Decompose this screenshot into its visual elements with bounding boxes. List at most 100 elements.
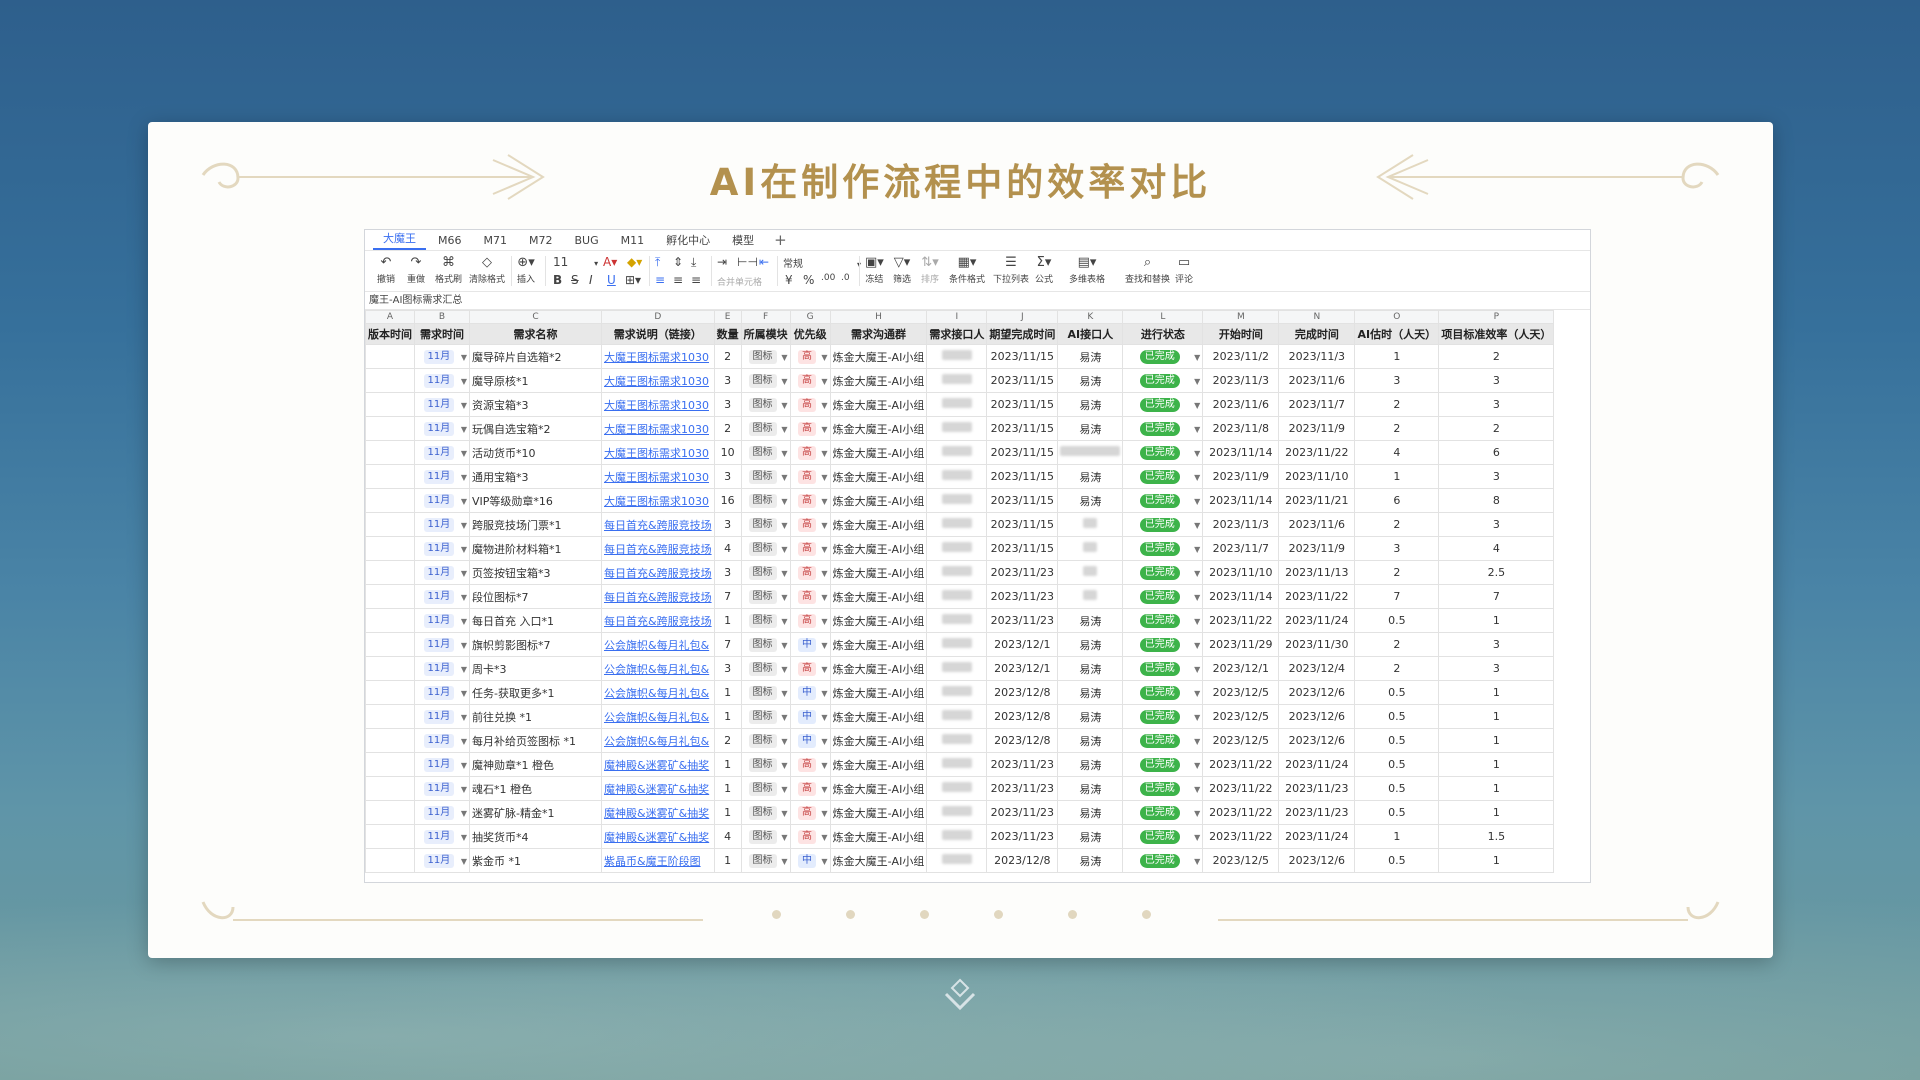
contact-cell[interactable] <box>926 728 988 753</box>
ai-estimate-cell[interactable]: 0.5 <box>1354 752 1440 777</box>
due-cell[interactable]: 2023/11/23 <box>986 776 1059 801</box>
name-cell[interactable]: 紫金币 *1 <box>469 848 602 873</box>
chevron-down-icon[interactable]: ▼ <box>1194 737 1200 746</box>
column-letter[interactable]: B <box>414 310 470 324</box>
chevron-down-icon[interactable]: ▼ <box>821 761 827 770</box>
status-cell[interactable]: 已完成 ▼ <box>1122 608 1204 633</box>
freeze-button[interactable]: ▣▾ 冻结 <box>865 254 884 285</box>
requirement-link[interactable]: 魔神殿&迷雾矿&抽奖 <box>604 783 709 796</box>
link-cell[interactable]: 大魔王图标需求1030 <box>601 440 715 465</box>
chevron-down-icon[interactable]: ▼ <box>1194 809 1200 818</box>
ai-contact-cell[interactable] <box>1057 560 1124 585</box>
start-cell[interactable]: 2023/11/14 <box>1202 584 1280 609</box>
font-size-select[interactable]: 11 ▾ <box>553 255 598 269</box>
align-right-button[interactable]: ≡ <box>691 273 701 287</box>
quantity-cell[interactable]: 3 <box>713 464 742 489</box>
month-cell[interactable]: 11月 ▼ <box>414 824 470 849</box>
link-cell[interactable]: 公会旗帜&每月礼包& <box>601 680 715 705</box>
status-cell[interactable]: 已完成 ▼ <box>1122 536 1204 561</box>
status-cell[interactable]: 已完成 ▼ <box>1122 656 1204 681</box>
column-letter[interactable]: D <box>601 310 715 324</box>
name-cell[interactable]: 通用宝箱*3 <box>469 464 602 489</box>
percent-button[interactable]: % <box>803 273 814 287</box>
status-cell[interactable]: 已完成 ▼ <box>1122 560 1204 585</box>
chevron-down-icon[interactable]: ▼ <box>461 377 467 386</box>
chevron-down-icon[interactable]: ▼ <box>821 353 827 362</box>
chevron-down-icon[interactable]: ▼ <box>781 377 787 386</box>
chevron-down-icon[interactable]: ▼ <box>1194 449 1200 458</box>
month-cell[interactable]: 11月 ▼ <box>414 392 470 417</box>
priority-cell[interactable]: 高 ▼ <box>789 776 831 801</box>
ai-contact-cell[interactable]: 易涛 <box>1057 776 1124 801</box>
group-cell[interactable]: 炼金大魔王-AI小组 <box>829 680 928 705</box>
version-cell[interactable] <box>365 728 415 753</box>
requirement-link[interactable]: 大魔王图标需求1030 <box>604 399 709 412</box>
start-cell[interactable]: 2023/11/10 <box>1202 560 1280 585</box>
link-cell[interactable]: 大魔王图标需求1030 <box>601 392 715 417</box>
quantity-cell[interactable]: 3 <box>713 656 742 681</box>
start-cell[interactable]: 2023/11/29 <box>1202 632 1280 657</box>
chevron-down-icon[interactable]: ▼ <box>1194 521 1200 530</box>
column-header[interactable]: 完成时间 <box>1278 323 1356 345</box>
module-cell[interactable]: 图标 ▼ <box>740 416 791 441</box>
name-cell[interactable]: 每日首充 入口*1 <box>469 608 602 633</box>
ai-estimate-cell[interactable]: 0.5 <box>1354 680 1440 705</box>
merge-cells-button[interactable]: 合并单元格 <box>717 275 762 288</box>
status-cell[interactable]: 已完成 ▼ <box>1122 584 1204 609</box>
chevron-down-icon[interactable]: ▼ <box>781 545 787 554</box>
column-letter[interactable]: P <box>1438 310 1555 324</box>
version-cell[interactable] <box>365 464 415 489</box>
module-cell[interactable]: 图标 ▼ <box>740 824 791 849</box>
conditional-format-button[interactable]: ▦▾ 条件格式 <box>949 254 985 285</box>
tab-sheet[interactable]: M72 <box>519 231 563 250</box>
chevron-down-icon[interactable]: ▼ <box>821 449 827 458</box>
italic-button[interactable]: I <box>589 273 593 287</box>
priority-cell[interactable]: 中 ▼ <box>789 848 831 873</box>
standard-cell[interactable]: 2.5 <box>1438 560 1555 585</box>
standard-cell[interactable]: 3 <box>1438 392 1555 417</box>
priority-cell[interactable]: 高 ▼ <box>789 344 831 369</box>
month-cell[interactable]: 11月 ▼ <box>414 848 470 873</box>
standard-cell[interactable]: 1 <box>1438 800 1555 825</box>
column-letter[interactable]: I <box>926 310 988 324</box>
multi-table-button[interactable]: ▤▾ 多维表格 <box>1069 254 1105 285</box>
column-letter[interactable]: G <box>789 310 831 324</box>
chevron-down-icon[interactable]: ▼ <box>821 641 827 650</box>
contact-cell[interactable] <box>926 416 988 441</box>
column-letter[interactable]: K <box>1057 310 1124 324</box>
end-cell[interactable]: 2023/11/6 <box>1278 368 1356 393</box>
chevron-down-icon[interactable]: ▼ <box>461 521 467 530</box>
due-cell[interactable]: 2023/11/15 <box>986 344 1059 369</box>
chevron-down-icon[interactable]: ▼ <box>1194 425 1200 434</box>
group-cell[interactable]: 炼金大魔王-AI小组 <box>829 608 928 633</box>
column-letter[interactable]: F <box>740 310 791 324</box>
end-cell[interactable]: 2023/11/7 <box>1278 392 1356 417</box>
end-cell[interactable]: 2023/11/24 <box>1278 752 1356 777</box>
link-cell[interactable]: 大魔王图标需求1030 <box>601 368 715 393</box>
start-cell[interactable]: 2023/11/22 <box>1202 824 1280 849</box>
chevron-down-icon[interactable]: ▼ <box>1194 689 1200 698</box>
standard-cell[interactable]: 1 <box>1438 776 1555 801</box>
ai-contact-cell[interactable]: 易涛 <box>1057 656 1124 681</box>
priority-cell[interactable]: 高 ▼ <box>789 656 831 681</box>
contact-cell[interactable] <box>926 608 988 633</box>
version-cell[interactable] <box>365 824 415 849</box>
group-cell[interactable]: 炼金大魔王-AI小组 <box>829 704 928 729</box>
due-cell[interactable]: 2023/11/23 <box>986 608 1059 633</box>
chevron-down-icon[interactable]: ▼ <box>781 857 787 866</box>
priority-cell[interactable]: 中 ▼ <box>789 680 831 705</box>
priority-cell[interactable]: 中 ▼ <box>789 704 831 729</box>
link-cell[interactable]: 每日首充&跨服竞技场 <box>601 536 715 561</box>
requirement-link[interactable]: 公会旗帜&每月礼包& <box>604 687 709 700</box>
strikethrough-button[interactable]: S <box>571 273 579 287</box>
column-letter[interactable]: C <box>469 310 602 324</box>
priority-cell[interactable]: 高 ▼ <box>789 512 831 537</box>
column-header[interactable]: 需求时间 <box>414 323 470 345</box>
contact-cell[interactable] <box>926 752 988 777</box>
quantity-cell[interactable]: 10 <box>713 440 742 465</box>
group-cell[interactable]: 炼金大魔王-AI小组 <box>829 512 928 537</box>
chevron-down-icon[interactable]: ▼ <box>781 641 787 650</box>
start-cell[interactable]: 2023/11/3 <box>1202 368 1280 393</box>
ai-estimate-cell[interactable]: 2 <box>1354 416 1440 441</box>
module-cell[interactable]: 图标 ▼ <box>740 440 791 465</box>
